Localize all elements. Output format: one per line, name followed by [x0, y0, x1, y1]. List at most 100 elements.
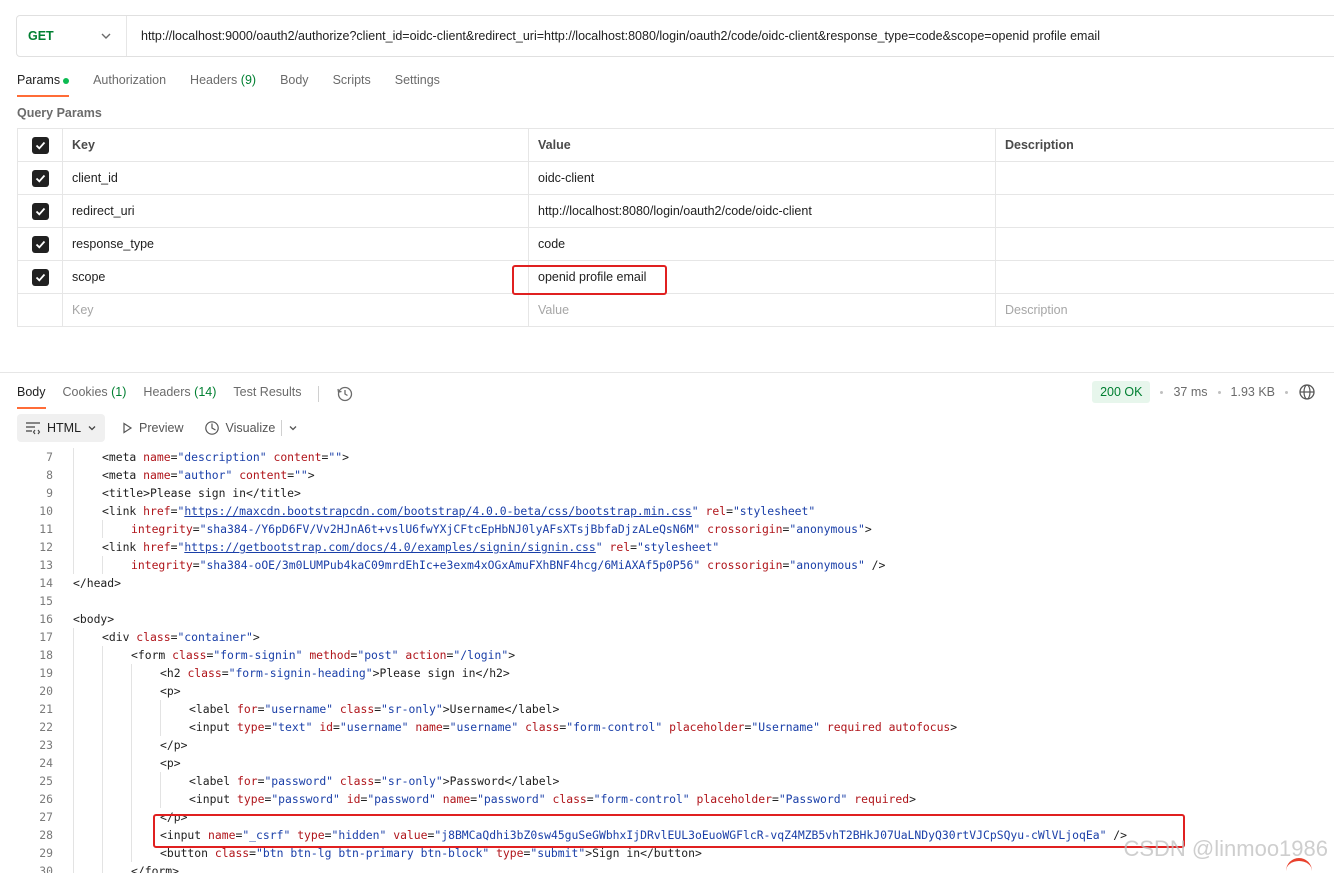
tab-settings[interactable]: Settings — [395, 70, 440, 94]
param-key[interactable]: scope — [63, 261, 529, 293]
indent-guide — [102, 790, 103, 808]
indent-guide — [160, 790, 161, 808]
param-description[interactable] — [996, 162, 1334, 194]
indent-guide — [102, 520, 103, 538]
code-token: > — [307, 468, 315, 482]
line-number: 9 — [46, 486, 53, 500]
indent-guide — [102, 754, 103, 772]
tab-cookies[interactable]: Cookies (1) — [63, 383, 127, 405]
new-key-input[interactable]: Key — [63, 294, 529, 326]
history-icon[interactable] — [336, 385, 354, 403]
code-token: "password" — [367, 792, 436, 806]
tab-scripts[interactable]: Scripts — [333, 70, 371, 94]
row-checkbox[interactable] — [31, 235, 49, 253]
code-line: 12 <link href = "https://getbootstrap.com/d… — [0, 538, 1334, 556]
tab-response-headers-label: Headers — [143, 385, 195, 399]
row-checkbox[interactable] — [31, 268, 49, 286]
indent-guide — [160, 718, 161, 736]
url-input[interactable]: http://localhost:9000/oauth2/authorize?c… — [127, 29, 1100, 43]
code-token: = — [771, 792, 779, 806]
row-checkbox[interactable] — [31, 202, 49, 220]
code-token: crossorigin — [707, 522, 783, 536]
new-description-input[interactable]: Description — [996, 294, 1334, 326]
tab-response-body-label: Body — [17, 385, 46, 399]
tab-cookies-count: (1) — [111, 385, 127, 399]
indent-guide — [73, 772, 74, 790]
indent-guide — [131, 682, 132, 700]
tab-test-results[interactable]: Test Results — [233, 383, 301, 405]
code-link[interactable]: https://getbootstrap.com/docs/4.0/exampl… — [184, 540, 595, 554]
code-token: <label — [189, 702, 238, 716]
tab-response-body[interactable]: Body — [17, 383, 46, 409]
response-time[interactable]: 37 ms — [1173, 385, 1207, 399]
code-token: required — [854, 792, 910, 806]
new-value-input[interactable]: Value — [529, 294, 996, 326]
indent-guide — [160, 772, 161, 790]
tab-response-headers[interactable]: Headers (14) — [143, 383, 216, 405]
code-token: "form-control" — [593, 792, 690, 806]
code-token: "author" — [177, 468, 233, 482]
param-description[interactable] — [996, 261, 1334, 293]
tab-body[interactable]: Body — [280, 70, 309, 94]
param-key[interactable]: response_type — [63, 228, 529, 260]
method-select[interactable]: GET — [17, 16, 127, 56]
code-token: <link — [102, 504, 144, 518]
param-description[interactable] — [996, 228, 1334, 260]
param-value[interactable]: http://localhost:8080/login/oauth2/code/… — [529, 195, 996, 227]
indent-guide — [131, 826, 132, 844]
code-token: class — [214, 846, 250, 860]
code-token: <p> — [160, 684, 181, 698]
param-key[interactable]: client_id — [63, 162, 529, 194]
code-token: > — [909, 792, 916, 806]
format-lines-icon — [26, 422, 41, 435]
chevron-down-icon[interactable] — [288, 423, 298, 433]
code-text: integrity="sha384-/Y6pD6FV/Vv2HJnA6t+vsl… — [131, 520, 872, 538]
tab-settings-label: Settings — [394, 73, 440, 87]
code-line: 14 </head> — [0, 574, 1334, 592]
code-text: <h2 class="form-signin-heading">Please s… — [160, 664, 510, 682]
code-token: type — [237, 792, 265, 806]
row-checkbox[interactable] — [31, 169, 49, 187]
code-token: type — [496, 846, 524, 860]
toolbar-separator — [281, 420, 283, 436]
status-badge[interactable]: 200 OK — [1092, 381, 1151, 403]
tab-headers[interactable]: Headers (9) — [190, 70, 256, 94]
visualize-icon — [204, 421, 219, 435]
select-all-checkbox[interactable] — [31, 136, 49, 154]
code-link[interactable]: https://maxcdn.bootstrapcdn.com/bootstra… — [184, 504, 691, 518]
indent-guide — [131, 772, 132, 790]
param-value[interactable]: oidc-client — [529, 162, 996, 194]
indent-guide — [102, 844, 103, 862]
tab-authorization[interactable]: Authorization — [93, 70, 166, 94]
tab-body-label: Body — [280, 73, 309, 87]
line-number: 21 — [39, 702, 53, 716]
code-text: </head> — [73, 574, 121, 592]
param-description[interactable] — [996, 195, 1334, 227]
indent-guide — [73, 538, 74, 556]
table-row: redirect_uri http://localhost:8080/login… — [18, 195, 1334, 228]
indent-guide — [131, 808, 132, 826]
code-token: for — [237, 774, 258, 788]
code-token: "username" — [339, 720, 409, 734]
format-select[interactable]: HTML — [17, 414, 106, 442]
code-token: > — [508, 648, 516, 662]
indent-guide — [102, 736, 103, 754]
meta-separator — [1217, 390, 1221, 394]
pane-divider[interactable] — [0, 372, 1334, 373]
code-token: /> — [864, 558, 886, 572]
globe-icon[interactable] — [1298, 383, 1316, 401]
response-size[interactable]: 1.93 KB — [1231, 385, 1275, 399]
indent-guide — [73, 502, 74, 520]
tab-params[interactable]: Params — [17, 70, 70, 97]
response-code-viewer[interactable]: 7 <meta name="description" content=""> 8 <m… — [0, 448, 1334, 873]
code-token: name — [442, 792, 471, 806]
check-icon — [35, 207, 45, 216]
indent-guide — [131, 700, 132, 718]
visualize-button[interactable]: Visualize — [200, 414, 303, 442]
code-token: > — [252, 630, 260, 644]
code-token: <title>Please sign in</title> — [102, 486, 301, 500]
indent-guide — [73, 862, 74, 873]
param-value[interactable]: code — [529, 228, 996, 260]
preview-button[interactable]: Preview — [117, 414, 187, 442]
param-key[interactable]: redirect_uri — [63, 195, 529, 227]
